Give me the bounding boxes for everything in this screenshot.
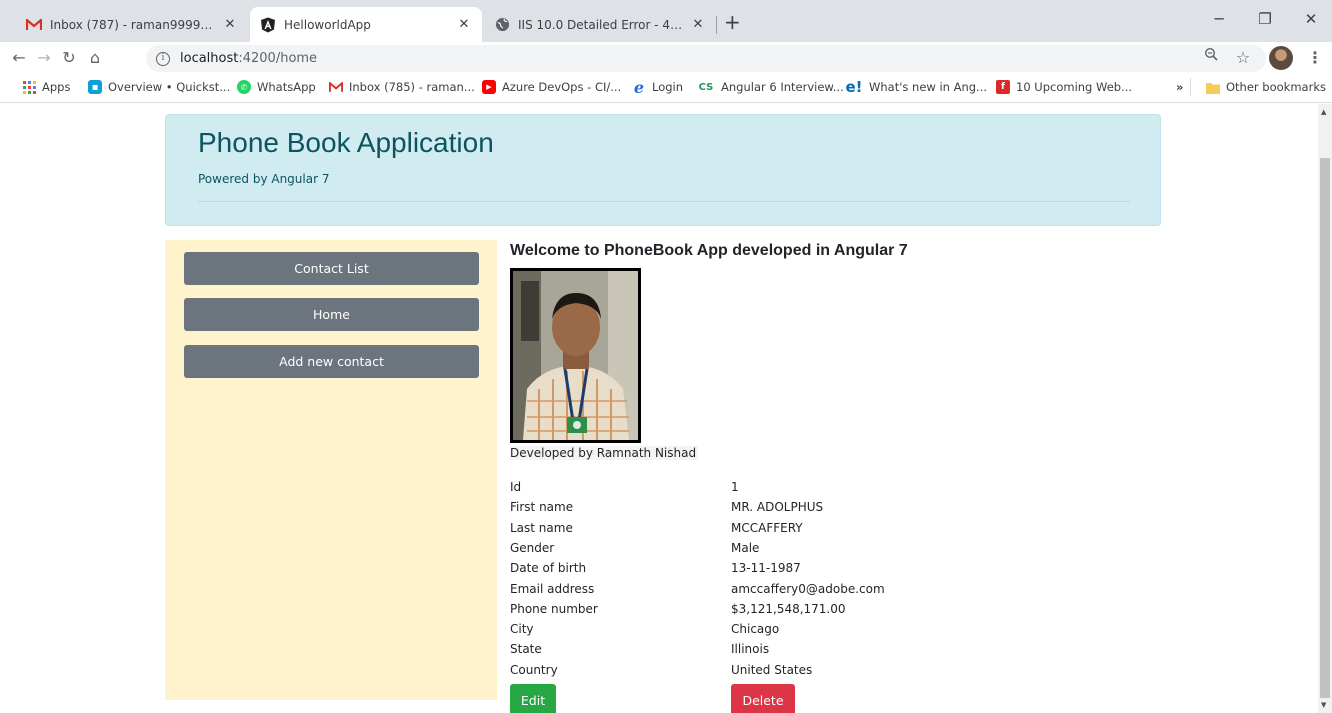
tab-helloworldapp[interactable]: HelloworldApp ✕ (250, 7, 482, 42)
home-button[interactable]: Home (184, 298, 479, 331)
back-icon[interactable]: ← (8, 47, 30, 69)
ie-icon: e (633, 77, 645, 97)
bookmark-whats-new[interactable]: e! What's new in Ang... (845, 78, 987, 96)
contact-list-button[interactable]: Contact List (184, 252, 479, 285)
detail-value: amccaffery0@adobe.com (731, 581, 885, 596)
detail-row-state: State Illinois (510, 642, 1010, 662)
address-bar[interactable]: i localhost:4200/home (146, 45, 1266, 72)
detail-row-gender: Gender Male (510, 541, 1010, 561)
detail-label: Phone number (510, 601, 598, 616)
detail-label: Country (510, 662, 558, 677)
detail-value: 13-11-1987 (731, 561, 801, 576)
detail-row-first-name: First name MR. ADOLPHUS (510, 500, 1010, 520)
detail-row-country: Country United States (510, 663, 1010, 683)
detail-row-date-of-birth: Date of birth 13-11-1987 (510, 561, 1010, 581)
scroll-down-icon[interactable]: ▼ (1321, 701, 1326, 709)
detail-label: Last name (510, 520, 573, 535)
detail-label: Email address (510, 581, 595, 596)
page-title: Phone Book Application (198, 127, 494, 158)
bookmark-inbox[interactable]: Inbox (785) - raman... (329, 80, 475, 94)
bookmarks-bar: Apps ▪ Overview • Quickst... ✆ WhatsApp … (0, 75, 1332, 103)
detail-value: MCCAFFERY (731, 520, 803, 535)
bookmark-apps[interactable]: Apps (22, 80, 70, 94)
browser-toolbar: ← → ↻ ⌂ i localhost:4200/home ☆ ⋮ (0, 42, 1332, 75)
detail-value: 1 (731, 480, 739, 494)
delete-button[interactable]: Delete (731, 684, 795, 713)
sidebar: Contact List Home Add new contact (165, 240, 497, 700)
close-tab-icon[interactable]: ✕ (690, 17, 706, 32)
bookmarks-divider (1190, 78, 1191, 96)
browser-tab-strip: Inbox (787) - raman9999@gmail. ✕ Hellowo… (0, 0, 1332, 42)
edit-button[interactable]: Edit (510, 684, 556, 713)
home-icon[interactable]: ⌂ (84, 47, 106, 69)
add-new-contact-button[interactable]: Add new contact (184, 345, 479, 378)
reload-icon[interactable]: ↻ (58, 47, 80, 69)
bookmarks-overflow-icon[interactable]: » (1176, 80, 1183, 94)
tab-iis-error[interactable]: IIS 10.0 Detailed Error - 403.14 - ✕ (484, 7, 716, 42)
header-jumbotron: Phone Book Application Powered by Angula… (165, 114, 1161, 226)
flipboard-icon: f (996, 80, 1010, 94)
bookmark-angular-interview[interactable]: CS Angular 6 Interview... (697, 80, 844, 94)
bookmark-whatsapp[interactable]: ✆ WhatsApp (237, 80, 316, 94)
detail-value: $3,121,548,171.00 (731, 601, 846, 616)
menu-kebab-icon[interactable]: ⋮ (1304, 47, 1326, 69)
close-tab-icon[interactable]: ✕ (456, 17, 472, 32)
close-tab-icon[interactable]: ✕ (222, 17, 238, 32)
tab-separator (716, 16, 717, 34)
detail-row-phone: Phone number $3,121,548,171.00 (510, 602, 1010, 622)
detail-label: Gender (510, 540, 555, 555)
azure-overview-icon: ▪ (88, 80, 102, 94)
gmail-icon (329, 80, 343, 94)
header-divider (198, 201, 1130, 202)
page-viewport: Phone Book Application Powered by Angula… (0, 104, 1318, 713)
gmail-icon (26, 17, 42, 33)
profile-avatar[interactable] (1269, 46, 1293, 70)
cs-icon: CS (698, 81, 714, 93)
detail-row-last-name: Last name MCCAFFERY (510, 521, 1010, 541)
zoom-icon[interactable] (1200, 47, 1222, 69)
new-tab-icon[interactable]: + (724, 12, 741, 32)
detail-row-id: Id 1 (510, 480, 1010, 500)
detail-label: City (510, 622, 534, 637)
tab-gmail[interactable]: Inbox (787) - raman9999@gmail. ✕ (16, 7, 248, 42)
developer-photo (510, 268, 641, 443)
youtube-icon: ▶ (482, 80, 496, 94)
detail-row-city: City Chicago (510, 622, 1010, 642)
detail-label: Id (510, 480, 522, 494)
forward-icon[interactable]: → (33, 47, 55, 69)
page-scrollbar[interactable]: ▲ ▼ (1318, 104, 1332, 713)
welcome-heading: Welcome to PhoneBook App developed in An… (510, 242, 908, 259)
developer-credit: Developed by Ramnath Nishad (510, 446, 699, 460)
folder-icon (1206, 80, 1220, 94)
scrollbar-thumb[interactable] (1320, 158, 1330, 698)
e-exclaim-icon: e! (845, 78, 863, 96)
apps-grid-icon (22, 80, 36, 94)
detail-value: Male (731, 540, 760, 555)
bookmark-azure-devops[interactable]: ▶ Azure DevOps - CI/... (482, 80, 621, 94)
detail-label: Date of birth (510, 561, 587, 576)
whatsapp-icon: ✆ (237, 80, 251, 94)
detail-value: Chicago (731, 622, 780, 637)
detail-value: United States (731, 662, 813, 677)
detail-row-email: Email address amccaffery0@adobe.com (510, 582, 1010, 602)
angular-icon (260, 17, 276, 33)
bookmark-overview[interactable]: ▪ Overview • Quickst... (88, 80, 230, 94)
bookmark-other-bookmarks[interactable]: Other bookmarks (1206, 80, 1326, 94)
restore-icon[interactable]: ❐ (1242, 10, 1288, 28)
close-window-icon[interactable]: ✕ (1288, 10, 1332, 28)
detail-label: First name (510, 500, 574, 515)
globe-icon (494, 17, 510, 33)
site-info-icon[interactable]: i (156, 51, 170, 66)
detail-value: MR. ADOLPHUS (731, 500, 824, 515)
page-subtitle: Powered by Angular 7 (198, 172, 330, 186)
bookmark-upcoming-web[interactable]: f 10 Upcoming Web... (996, 80, 1132, 94)
detail-value: Illinois (731, 642, 770, 657)
bookmark-star-icon[interactable]: ☆ (1232, 47, 1254, 69)
bookmark-login[interactable]: e Login (632, 77, 683, 97)
scroll-up-icon[interactable]: ▲ (1321, 108, 1326, 116)
detail-label: State (510, 642, 542, 657)
minimize-icon[interactable]: ─ (1196, 10, 1242, 28)
